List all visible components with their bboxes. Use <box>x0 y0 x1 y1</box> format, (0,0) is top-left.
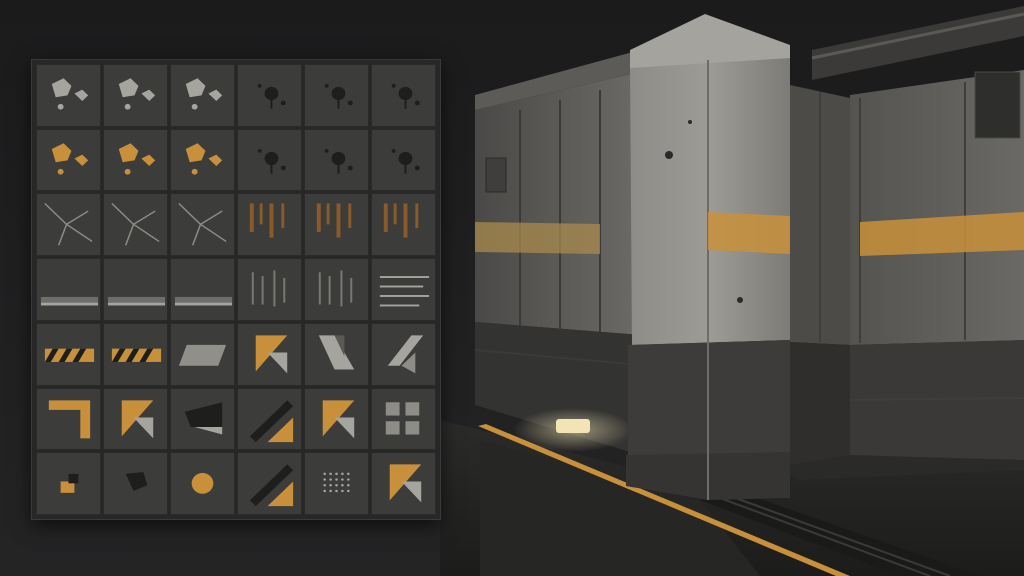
blot-icon <box>125 472 148 492</box>
rust-drip-icon <box>383 203 419 239</box>
tile-orange-diagonal <box>237 452 302 515</box>
tile-edge-grime-2 <box>103 258 168 321</box>
grime-icon <box>40 297 99 306</box>
tile-horizontal-scratches <box>371 258 436 321</box>
tile-peeled-paint-grey <box>170 128 235 192</box>
tile-dark-wedge <box>170 387 235 451</box>
tile-hazard-stripe-2 <box>103 322 168 386</box>
hazard-stripe-icon <box>111 348 162 362</box>
tile-hazard-stripe-1 <box>36 322 101 386</box>
splatter-icon <box>257 148 286 174</box>
rust-drip-icon <box>316 203 352 239</box>
crack-icon <box>178 203 227 246</box>
tile-vertical-streaks-1 <box>237 258 302 321</box>
tile-crack-2 <box>103 193 168 257</box>
diagonal-icon <box>249 464 294 507</box>
folded-plate-icon <box>318 335 355 370</box>
splatter-icon <box>324 148 353 174</box>
tile-grey-triangle <box>371 452 436 515</box>
tile-corner-triangle <box>237 322 302 386</box>
tile-diagonal-split <box>237 387 302 451</box>
pillar-stripe <box>708 212 790 254</box>
tile-peeled-paint-light-1 <box>36 64 101 127</box>
vent-grille <box>485 157 507 193</box>
splatter-icon <box>324 83 353 109</box>
tile-orange-triangle <box>304 387 369 451</box>
triangle-icon <box>121 399 154 438</box>
tile-peeled-paint-light-2 <box>103 64 168 127</box>
tile-splatter-dots-3 <box>371 128 436 192</box>
circle-icon <box>191 473 214 495</box>
tile-orange-corner-bracket <box>36 387 101 451</box>
peeled-paint-icon <box>185 142 223 175</box>
tile-worn-plate <box>170 322 235 386</box>
tile-rust-drip-1 <box>237 193 302 257</box>
worn-plate-icon <box>178 344 227 366</box>
decal-atlas-sheet <box>31 59 441 520</box>
square-icon <box>60 474 79 494</box>
diagonal-icon <box>249 399 294 442</box>
peeled-paint-icon <box>51 78 89 110</box>
triangle-icon <box>389 464 422 503</box>
wedge-icon <box>184 401 223 435</box>
tile-crack-1 <box>36 193 101 257</box>
left-wall <box>474 50 641 455</box>
tile-dark-blot <box>103 452 168 515</box>
corner-bracket-icon <box>48 399 91 438</box>
streaks-icon <box>318 270 353 307</box>
arrow-plate-icon <box>387 335 424 374</box>
peeled-paint-icon <box>185 78 223 110</box>
tile-peeled-paint-orange-2 <box>103 128 168 192</box>
peeled-paint-icon <box>118 142 156 175</box>
tile-crosses <box>371 387 436 451</box>
tile-rust-drip-2 <box>304 193 369 257</box>
dot-grid-icon <box>323 472 350 493</box>
triangle-icon <box>255 335 288 374</box>
left-wall-stripe <box>475 222 600 254</box>
rust-drip-icon <box>249 203 285 239</box>
streaks-icon <box>251 270 286 307</box>
crack-icon <box>111 203 160 246</box>
splatter-icon <box>391 83 420 109</box>
tile-small-square <box>36 452 101 515</box>
tile-splatter-dots-1 <box>237 128 302 192</box>
tile-crack-3 <box>170 193 235 257</box>
tile-stain-splatter-1 <box>237 64 302 127</box>
cross-icon <box>385 401 420 435</box>
tile-stain-splatter-3 <box>371 64 436 127</box>
grime-icon <box>107 297 166 306</box>
scratches-icon <box>379 276 430 307</box>
tile-orange-circle <box>170 452 235 515</box>
tile-arrow-plate <box>371 322 436 386</box>
tile-peeled-paint-light-3 <box>170 64 235 127</box>
splatter-icon <box>391 148 420 174</box>
tile-dark-triangles <box>103 387 168 451</box>
grime-icon <box>174 297 233 306</box>
triangle-icon <box>322 399 355 438</box>
tile-stain-splatter-2 <box>304 64 369 127</box>
tile-vertical-streaks-2 <box>304 258 369 321</box>
peeled-paint-icon <box>118 78 156 110</box>
wall-window <box>974 71 1021 139</box>
splatter-icon <box>257 83 286 109</box>
center-pillar <box>626 14 790 500</box>
peeled-paint-icon <box>51 142 89 175</box>
tile-dot-grid <box>304 452 369 515</box>
tile-edge-grime-3 <box>170 258 235 321</box>
hazard-stripe-icon <box>44 348 95 362</box>
tile-edge-grime-1 <box>36 258 101 321</box>
tile-folded-plate <box>304 322 369 386</box>
tile-rust-drip-3 <box>371 193 436 257</box>
tile-splatter-dots-2 <box>304 128 369 192</box>
tile-peeled-paint-orange-1 <box>36 128 101 192</box>
crack-icon <box>44 203 93 246</box>
